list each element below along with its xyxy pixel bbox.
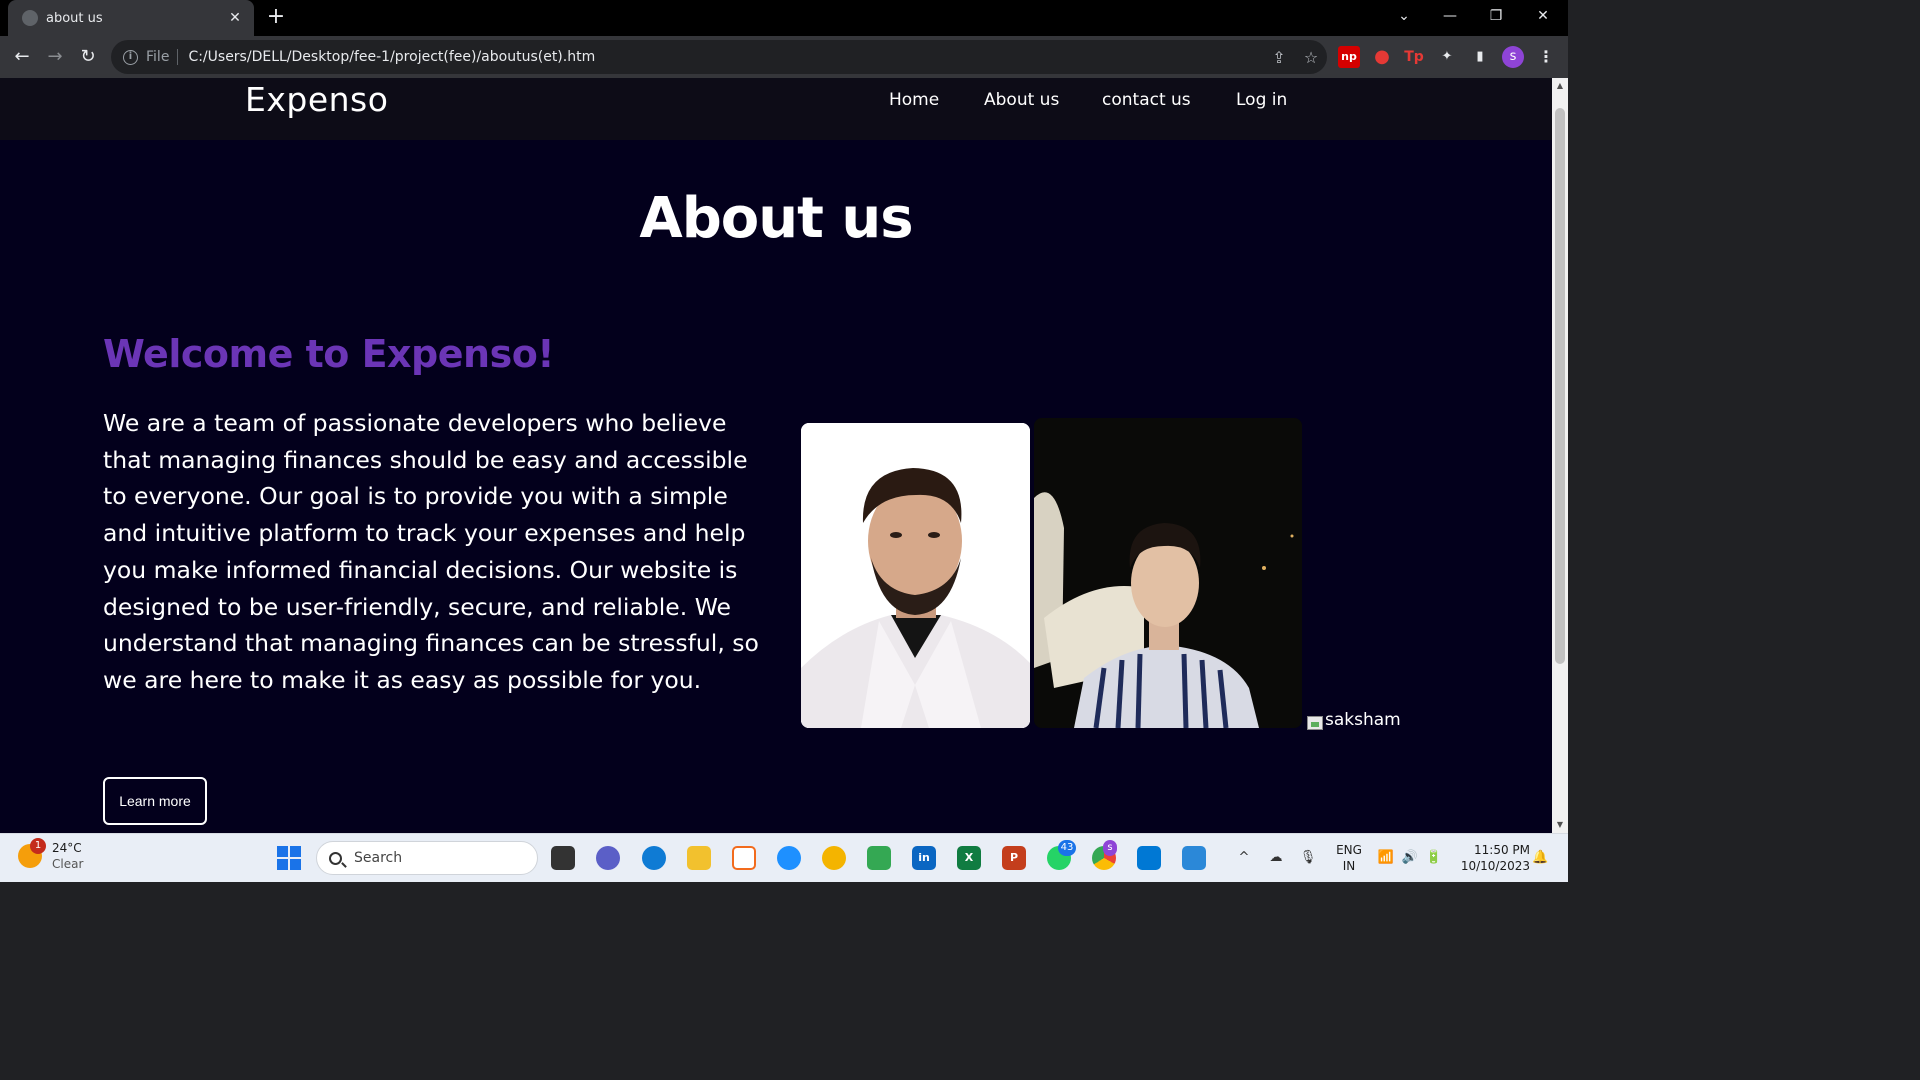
about-paragraph: We are a team of passionate developers w… [103,409,759,694]
scroll-down-icon[interactable]: ▼ [1552,817,1568,833]
address-bar[interactable]: i File C:/Users/DELL/Desktop/fee-1/proje… [111,40,1327,74]
weather-temperature: 24°C [52,841,82,855]
info-icon[interactable]: i [123,49,138,65]
broken-image-icon [1307,716,1323,730]
task-view-icon[interactable] [551,846,575,870]
team-member-photo [1034,418,1302,728]
profile-avatar[interactable]: s [1502,46,1524,68]
file-explorer-icon[interactable] [687,846,711,870]
new-tab-button[interactable]: + [264,5,288,29]
onedrive-icon[interactable]: ☁ [1266,848,1286,868]
weather-description: Clear [52,857,84,871]
chrome-profile-badge: s [1103,840,1117,856]
powerpoint-icon[interactable]: P [1002,846,1026,870]
browser-menu-icon[interactable]: ⋮ [1535,46,1557,68]
nav-log-in[interactable]: Log in [1236,90,1287,110]
bookmark-star-icon[interactable]: ☆ [1295,48,1327,67]
adblock-extension-icon[interactable]: ● [1371,46,1393,68]
site-navbar: Expenso Home About us contact us Log in [0,78,1552,140]
taskbar-search[interactable]: Search [316,841,538,875]
page-title: About us [639,186,913,251]
scheme-label: File [146,49,179,65]
tab-close-icon[interactable]: ✕ [226,10,244,26]
globe-icon [22,10,38,26]
weather-sun-icon: 1 [18,838,46,868]
nav-contact-us[interactable]: contact us [1102,90,1191,110]
wifi-icon[interactable]: 📶 [1376,848,1396,868]
edge-icon[interactable] [642,846,666,870]
whatsapp-badge: 43 [1058,840,1076,856]
reload-icon[interactable]: ↻ [76,45,100,69]
close-window-button[interactable]: ✕ [1520,0,1566,32]
battery-icon[interactable]: 🔋 [1424,848,1444,868]
scroll-up-icon[interactable]: ▲ [1552,78,1568,94]
app-icon[interactable] [732,846,756,870]
microphone-icon[interactable]: 🎙 [1298,848,1318,868]
tab-title: about us [46,10,103,26]
language-indicator[interactable]: ENG IN [1334,842,1364,874]
google-meet-icon[interactable] [867,846,891,870]
welcome-heading: Welcome to Expenso! [103,332,555,376]
np-extension-icon[interactable]: np [1338,46,1360,68]
language-code: ENG [1336,843,1362,857]
region-code: IN [1342,859,1356,873]
taskbar-search-placeholder: Search [354,850,403,866]
volume-icon[interactable]: 🔊 [1400,848,1420,868]
restore-button[interactable]: ❐ [1473,0,1519,32]
app-icon[interactable] [822,846,846,870]
page-scrollbar[interactable]: ▲ ▼ [1552,78,1568,833]
broken-image-alt-text: saksham [1325,710,1401,730]
forward-icon[interactable]: → [43,45,67,69]
excel-icon[interactable]: X [957,846,981,870]
scrollbar-thumb[interactable] [1555,108,1565,664]
minimize-button[interactable]: — [1427,0,1473,32]
notification-badge: 1 [30,838,46,854]
back-icon[interactable]: ← [10,45,34,69]
search-icon [329,851,342,865]
weather-widget[interactable]: 1 24°C Clear [18,838,84,872]
side-panel-icon[interactable]: ▮ [1469,46,1491,68]
clock-date: 10/10/2023 [1460,859,1530,873]
notifications-icon[interactable]: 🔔 [1532,848,1548,868]
app-icon[interactable] [777,846,801,870]
nav-home[interactable]: Home [889,90,939,110]
start-button[interactable] [277,846,301,870]
tab-search-icon[interactable]: ⌄ [1381,0,1427,32]
nav-about-us[interactable]: About us [984,90,1059,110]
linkedin-icon[interactable]: in [912,846,936,870]
windows-taskbar: 1 24°C Clear Search in X P 43 s ^ ☁ 🎙 EN… [0,833,1568,882]
puzzle-extensions-icon[interactable]: ✦ [1436,46,1458,68]
broken-image: saksham [1307,710,1401,730]
browser-tab-strip: about us ✕ + ⌄ — ❐ ✕ [0,0,1568,36]
share-icon[interactable]: ⇪ [1263,48,1295,67]
teams-chat-icon[interactable] [596,846,620,870]
url-text[interactable]: C:/Users/DELL/Desktop/fee-1/project(fee)… [188,49,1263,65]
photos-icon[interactable] [1182,846,1206,870]
learn-more-button[interactable]: Learn more [103,777,207,825]
clock-time: 11:50 PM [1474,843,1530,857]
tp-extension-icon[interactable]: Tp [1403,46,1425,68]
browser-tab[interactable]: about us ✕ [8,0,254,36]
system-clock[interactable]: 11:50 PM 10/10/2023 [1452,842,1530,874]
page-viewport: Expenso Home About us contact us Log in … [0,78,1552,833]
tray-chevron-icon[interactable]: ^ [1236,848,1252,868]
vscode-icon[interactable] [1137,846,1161,870]
team-member-photo [801,423,1030,728]
site-logo[interactable]: Expenso [245,80,388,119]
browser-toolbar: ← → ↻ i File C:/Users/DELL/Desktop/fee-1… [0,36,1568,78]
